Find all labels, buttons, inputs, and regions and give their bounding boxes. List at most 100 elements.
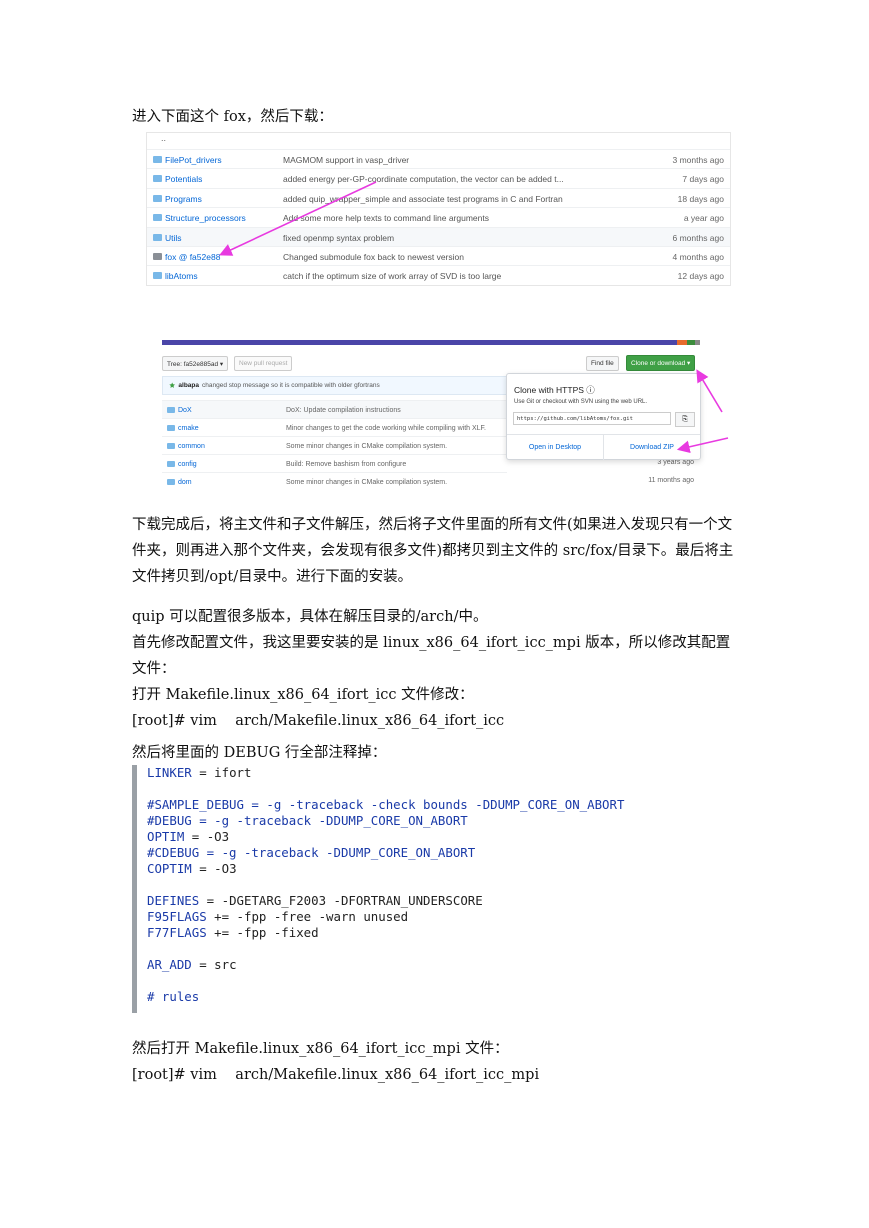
instructions-paragraph: 下载完成后，将主文件和子文件解压，然后将子文件里面的所有文件(如果进入发现只有一… (132, 512, 742, 590)
tree-branch-button[interactable]: Tree: fa52e885ad ▾ (162, 356, 229, 371)
file-name[interactable]: FilePot_drivers (165, 155, 222, 165)
commit-age: 12 days ago (677, 270, 724, 281)
list-item[interactable]: Structure_processors Add some more help … (147, 207, 730, 227)
text-line: 首先修改配置文件，我这里要安装的是 linux_x86_64_ifort_icc… (132, 635, 731, 677)
final-paragraph: 然后打开 Makefile.linux_x86_64_ifort_icc_mpi… (132, 1036, 742, 1088)
file-name[interactable]: Programs (165, 194, 202, 204)
parent-dir-link[interactable]: .. (161, 133, 166, 143)
language-bar (162, 340, 700, 345)
commit-age: 3 years ago (657, 459, 694, 466)
submodule-icon (153, 253, 162, 260)
commit-message[interactable]: DoX: Update compilation instructions (286, 407, 401, 414)
latest-commit-bar: 🟊 albapa changed stop message so it is c… (162, 376, 509, 395)
repo-screenshot: Tree: fa52e885ad ▾ New pull request Find… (162, 332, 701, 491)
command-line: [root]# vim arch/Makefile.linux_x86_64_i… (132, 1067, 540, 1083)
code-line: OPTIM = -O3 (147, 829, 230, 844)
code-line: DEFINES = -DGETARG_F2003 -DFORTRAN_UNDER… (147, 893, 483, 908)
commit-age: 6 months ago (672, 232, 724, 243)
file-name[interactable]: Potentials (165, 174, 202, 184)
commit-message[interactable]: Some minor changes in CMake compilation … (286, 443, 447, 450)
list-item[interactable]: common Some minor changes in CMake compi… (162, 436, 507, 455)
clone-url-input[interactable]: https://github.com/libAtoms/fox.git (513, 412, 671, 425)
folder-icon (153, 272, 162, 279)
commit-message[interactable]: added energy per-GP-coordinate computati… (283, 174, 564, 184)
commit-message[interactable]: Build: Remove bashism from configure (286, 461, 406, 468)
commit-message[interactable]: Changed submodule fox back to newest ver… (283, 252, 464, 262)
file-name[interactable]: config (178, 461, 197, 468)
find-file-button[interactable]: Find file (586, 356, 619, 371)
file-name[interactable]: Utils (165, 233, 182, 243)
folder-icon (153, 234, 162, 241)
file-name[interactable]: common (178, 443, 205, 450)
open-in-desktop-button[interactable]: Open in Desktop (507, 435, 604, 460)
extract-instructions: 下载完成后，将主文件和子文件解压，然后将子文件里面的所有文件(如果进入发现只有一… (132, 517, 734, 585)
code-line: #SAMPLE_DEBUG = -g -traceback -check bou… (147, 797, 625, 812)
list-item[interactable]: config Build: Remove bashism from config… (162, 454, 507, 473)
code-line: F95FLAGS += -fpp -free -warn unused (147, 909, 409, 924)
commit-age: 18 days ago (677, 193, 724, 204)
folder-icon (167, 425, 175, 431)
folder-icon (153, 195, 162, 202)
file-name[interactable]: libAtoms (165, 271, 198, 281)
commit-age: 11 months ago (648, 477, 694, 484)
file-name[interactable]: DoX (178, 407, 192, 414)
list-item[interactable]: cmake Minor changes to get the code work… (162, 418, 507, 437)
intro-text: 进入下面这个 fox，然后下载： (132, 109, 333, 125)
commit-message[interactable]: catch if the optimum size of work array … (283, 271, 501, 281)
config-paragraph: quip 可以配置很多版本，具体在解压目录的/arch/中。 首先修改配置文件，… (132, 604, 742, 734)
clipboard-icon[interactable]: ⎘ (675, 412, 695, 427)
list-item[interactable]: DoX DoX: Update compilation instructions (162, 400, 507, 419)
code-line: #CDEBUG = -g -traceback -DDUMP_CORE_ON_A… (147, 845, 476, 860)
commit-message[interactable]: MAGMOM support in vasp_driver (283, 155, 409, 165)
clone-or-download-button[interactable]: Clone or download ▾ (626, 355, 696, 371)
commit-message[interactable]: Minor changes to get the code working wh… (286, 425, 486, 432)
list-item[interactable]: dom Some minor changes in CMake compilat… (162, 472, 507, 491)
list-item[interactable]: Potentials added energy per-GP-coordinat… (147, 168, 730, 188)
commit-message[interactable]: added quip_wrapper_simple and associate … (283, 194, 563, 204)
command-line: [root]# vim arch/Makefile.linux_x86_64_i… (132, 713, 505, 729)
folder-icon (167, 443, 175, 449)
clone-popup: Clone with HTTPS ⓘ Use Git or checkout w… (506, 373, 701, 460)
text-line: quip 可以配置很多版本，具体在解压目录的/arch/中。 (132, 609, 488, 625)
code-line: # rules (147, 989, 200, 1004)
folder-icon (167, 461, 175, 467)
commit-user[interactable]: albapa (178, 382, 199, 389)
list-item[interactable]: Programs added quip_wrapper_simple and a… (147, 188, 730, 208)
avatar: 🟊 (169, 380, 176, 390)
file-name[interactable]: dom (178, 479, 192, 486)
list-item[interactable]: fox @ fa52e88 Changed submodule fox back… (147, 246, 730, 266)
folder-icon (167, 479, 175, 485)
commit-age: 4 months ago (672, 251, 724, 262)
commit-age: 3 months ago (672, 154, 724, 165)
folder-icon (153, 214, 162, 221)
comment-out-instruction: 然后将里面的 DEBUG 行全部注释掉： (132, 745, 387, 761)
commit-age: 7 days ago (682, 173, 724, 184)
text-line: 打开 Makefile.linux_x86_64_ifort_icc 文件修改： (132, 687, 474, 703)
commit-message[interactable]: Some minor changes in CMake compilation … (286, 479, 447, 486)
commit-message[interactable]: Add some more help texts to command line… (283, 213, 489, 223)
list-item[interactable]: Utils fixed openmp syntax problem 6 mont… (147, 227, 730, 247)
folder-icon (153, 175, 162, 182)
file-name[interactable]: fox @ fa52e88 (165, 252, 220, 262)
code-line: AR_ADD = src (147, 957, 237, 972)
clone-popup-title: Clone with HTTPS ⓘ (514, 385, 595, 395)
folder-icon (153, 156, 162, 163)
code-line: LINKER = ifort (147, 765, 252, 780)
code-line: #DEBUG = -g -traceback -DDUMP_CORE_ON_AB… (147, 813, 468, 828)
file-list-screenshot: .. FilePot_drivers MAGMOM support in vas… (146, 132, 731, 286)
commit-message[interactable]: changed stop message so it is compatible… (202, 382, 380, 389)
commit-message[interactable]: fixed openmp syntax problem (283, 233, 394, 243)
file-name[interactable]: Structure_processors (165, 213, 246, 223)
arrow-to-clone-button (696, 369, 723, 413)
clone-popup-subtitle: Use Git or checkout with SVN using the w… (514, 399, 648, 405)
folder-icon (167, 407, 175, 413)
new-pull-request-button[interactable]: New pull request (234, 356, 293, 371)
list-item[interactable]: libAtoms catch if the optimum size of wo… (147, 265, 730, 285)
code-line: F77FLAGS += -fpp -fixed (147, 925, 319, 940)
download-zip-button[interactable]: Download ZIP (604, 435, 700, 460)
text-line: 然后打开 Makefile.linux_x86_64_ifort_icc_mpi… (132, 1041, 509, 1057)
commit-age: a year ago (683, 212, 724, 223)
list-item[interactable]: FilePot_drivers MAGMOM support in vasp_d… (147, 149, 730, 169)
makefile-code-block: LINKER = ifort #SAMPLE_DEBUG = -g -trace… (132, 765, 792, 1013)
file-name[interactable]: cmake (178, 425, 199, 432)
